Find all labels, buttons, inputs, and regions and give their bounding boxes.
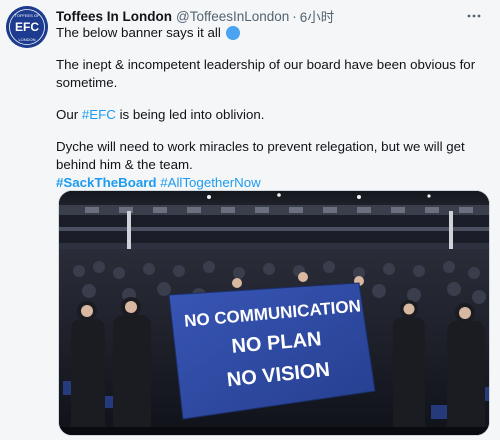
tweet-text: The below banner says it all The inept &… (56, 24, 488, 192)
tweet-line-4: Dyche will need to work miracles to prev… (56, 139, 465, 172)
tweet-card[interactable]: TOFFEES OF EFC LONDON Toffees In London … (0, 0, 500, 440)
avatar[interactable]: TOFFEES OF EFC LONDON (6, 6, 48, 48)
stadium-banner-photo: NO COMMUNICATION NO PLAN NO VISION (59, 191, 489, 435)
hashtag-alltogethernow[interactable]: #AllTogetherNow (160, 175, 261, 190)
timestamp[interactable]: 6小时 (300, 6, 335, 26)
handle[interactable]: @ToffeesInLondon (176, 9, 289, 24)
avatar-bottom-text: LONDON (18, 37, 35, 42)
tweet-line-3-suffix: is being led into oblivion. (115, 107, 265, 122)
avatar-crest-icon: TOFFEES OF EFC LONDON (6, 6, 48, 48)
separator: · (292, 8, 297, 24)
tweet-line-1: The below banner says it all (56, 25, 221, 40)
avatar-top-text: TOFFEES OF (14, 13, 40, 18)
display-name[interactable]: Toffees In London (56, 9, 172, 24)
avatar-center-text: EFC (15, 20, 39, 34)
hashtag-efc[interactable]: #EFC (82, 107, 116, 122)
tweet-photo[interactable]: NO COMMUNICATION NO PLAN NO VISION (58, 190, 490, 436)
hashtag-sacktheboard[interactable]: #SackTheBoard (56, 175, 157, 190)
blue-circle-emoji-icon (225, 26, 240, 40)
tweet-line-3-prefix: Our (56, 107, 82, 122)
more-horizontal-icon[interactable] (464, 6, 484, 26)
tweet-line-3: Our #EFC is being led into oblivion. (56, 106, 488, 124)
tweet-line-2: The inept & incompetent leadership of ou… (56, 57, 476, 90)
tweet-header: Toffees In London @ToffeesInLondon · 6小时 (56, 6, 484, 26)
